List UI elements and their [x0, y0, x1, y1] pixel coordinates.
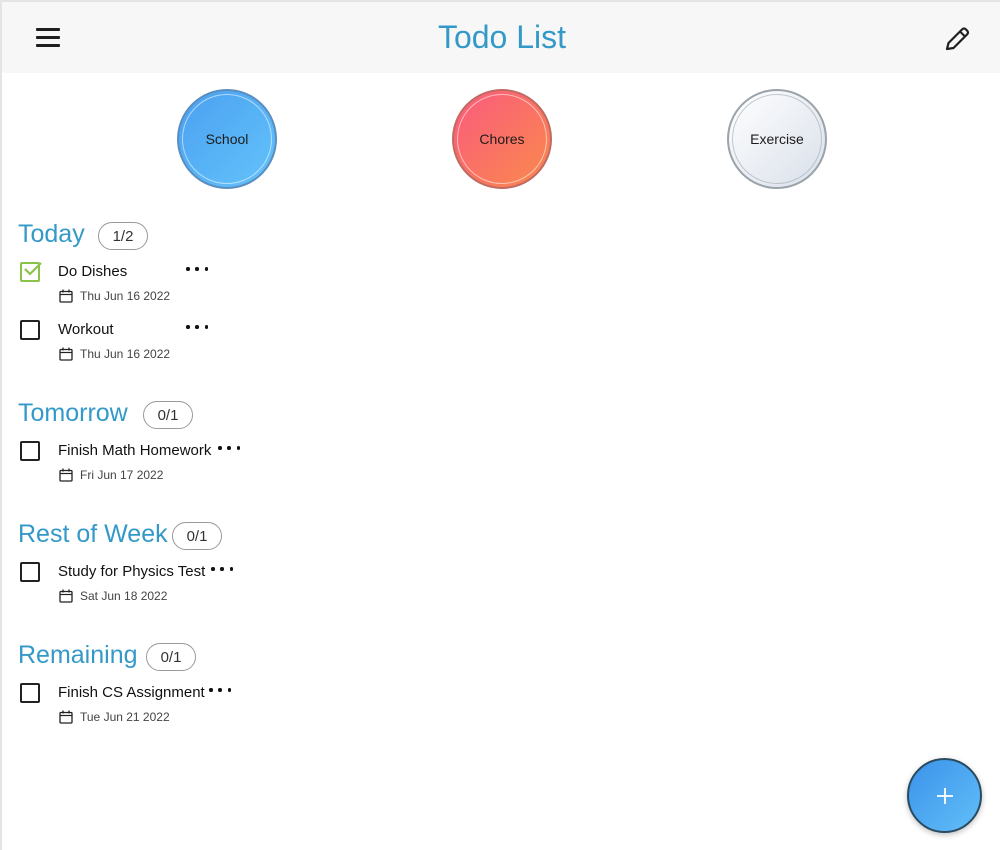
- section-title-remaining: Remaining: [18, 641, 138, 669]
- calendar-icon: [59, 589, 73, 603]
- plus-icon: [936, 787, 953, 804]
- task-due-date: Thu Jun 16 2022: [80, 289, 171, 303]
- more-options-button[interactable]: [186, 322, 208, 332]
- calendar-icon: [59, 289, 73, 303]
- task-due-date: Tue Jun 21 2022: [80, 710, 170, 724]
- task-name[interactable]: Do Dishes: [58, 263, 127, 280]
- progress-badge: 0/1: [143, 401, 193, 429]
- task-checkbox[interactable]: [20, 683, 40, 703]
- task-name[interactable]: Finish CS Assignment: [58, 684, 205, 701]
- calendar-icon: [59, 468, 73, 482]
- task-due-date: Sat Jun 18 2022: [80, 589, 168, 603]
- task-name[interactable]: Workout: [58, 321, 114, 338]
- more-options-button[interactable]: [209, 685, 231, 695]
- add-task-button[interactable]: [907, 758, 982, 833]
- app-header: Todo List: [2, 2, 1000, 73]
- task-checkbox[interactable]: [20, 441, 40, 461]
- progress-badge: 0/1: [146, 643, 196, 671]
- task-due-date: Thu Jun 16 2022: [80, 347, 171, 361]
- calendar-icon: [59, 710, 73, 724]
- more-options-button[interactable]: [186, 264, 208, 274]
- more-options-button[interactable]: [211, 564, 233, 574]
- section-title-tomorrow: Tomorrow: [18, 399, 128, 427]
- section-title-rest-of-week: Rest of Week: [18, 520, 168, 548]
- category-exercise[interactable]: Exercise: [727, 89, 827, 189]
- checkmark-icon: [24, 262, 42, 276]
- task-name[interactable]: Finish Math Homework: [58, 442, 211, 459]
- progress-badge: 1/2: [98, 222, 148, 250]
- category-label: Chores: [479, 131, 525, 147]
- category-label: Exercise: [750, 131, 804, 147]
- progress-badge: 0/1: [172, 522, 222, 550]
- task-checkbox[interactable]: [20, 562, 40, 582]
- edit-button[interactable]: [940, 22, 974, 56]
- category-chores[interactable]: Chores: [452, 89, 552, 189]
- task-checkbox[interactable]: [20, 262, 42, 282]
- task-checkbox[interactable]: [20, 320, 40, 340]
- page-title: Todo List: [437, 19, 567, 55]
- task-name[interactable]: Study for Physics Test: [58, 563, 205, 580]
- section-title-today: Today: [18, 220, 85, 248]
- category-label: School: [205, 131, 249, 147]
- task-due-date: Fri Jun 17 2022: [80, 468, 164, 482]
- pencil-icon: [945, 27, 970, 51]
- more-options-button[interactable]: [218, 443, 240, 453]
- calendar-icon: [59, 347, 73, 361]
- category-school[interactable]: School: [177, 89, 277, 189]
